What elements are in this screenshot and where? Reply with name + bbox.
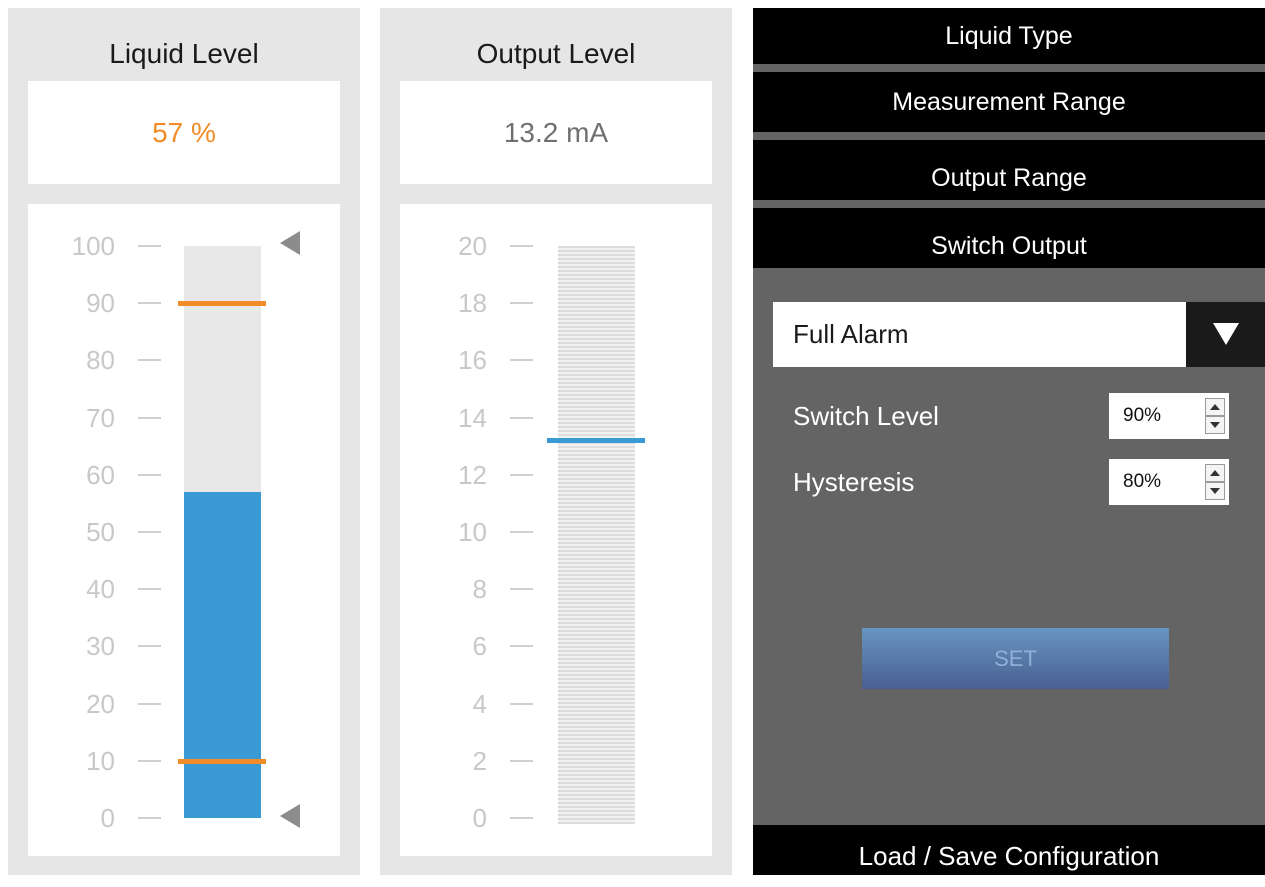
output-level-tick-mark (510, 359, 533, 362)
decrement-icon[interactable] (1205, 482, 1225, 500)
decrement-icon[interactable] (1205, 416, 1225, 434)
hysteresis-label: Hysteresis (793, 467, 915, 497)
lower-limit-triangle-icon[interactable] (280, 804, 300, 828)
liquid-level-title: Liquid Level (109, 38, 259, 69)
output-level-tick-label: 20 (458, 231, 487, 261)
menu-divider (753, 64, 1265, 72)
liquid-level-panel: Liquid Level 57 % 100 90 80 70 60 50 40 30 20 10 0 (8, 8, 360, 875)
liquid-level-tick-label: 70 (86, 402, 115, 433)
upper-limit-triangle-icon[interactable] (280, 231, 300, 255)
output-level-panel: Output Level 13.2 mA 20 18 16 14 12 10 8 6 4 2 0 (380, 8, 732, 875)
menu-divider (753, 200, 1265, 208)
liquid-level-tick-label: 10 (86, 745, 115, 776)
liquid-level-tick-label: 80 (86, 345, 115, 376)
liquid-level-tick-mark (138, 473, 161, 476)
output-level-tick-mark (510, 416, 533, 419)
liquid-level-tick-mark (138, 245, 161, 247)
output-level-tick-mark (510, 531, 533, 533)
switch-mode-dropdown[interactable]: Full Alarm (773, 302, 1265, 367)
output-level-tick-label: 16 (458, 345, 487, 376)
liquid-level-tick-label: 30 (86, 631, 115, 662)
output-level-tick-label: 8 (472, 574, 487, 605)
configuration-panel: Liquid Type Measurement Range Output Ran… (753, 8, 1265, 875)
liquid-level-tick-mark (138, 531, 161, 533)
menu-measurement-range[interactable]: Measurement Range (753, 72, 1265, 132)
menu-liquid-type[interactable]: Liquid Type (753, 8, 1265, 64)
liquid-level-gauge: 100 90 80 70 60 50 40 30 20 10 0 (28, 204, 340, 856)
liquid-level-tick-mark (138, 817, 161, 819)
liquid-level-tick-label: 40 (86, 574, 115, 605)
liquid-level-tick-mark (138, 302, 161, 305)
hysteresis-value[interactable]: 80% (1123, 459, 1161, 505)
liquid-level-tick-mark (138, 359, 161, 362)
menu-switch-output[interactable]: Switch Output (753, 208, 1265, 268)
set-button[interactable]: SET (862, 628, 1169, 689)
output-level-tick-label: 12 (458, 459, 487, 490)
output-level-gauge: 20 18 16 14 12 10 8 6 4 2 0 (400, 204, 712, 856)
output-level-tick-label: 14 (458, 402, 487, 433)
output-level-tick-label: 10 (458, 517, 487, 547)
liquid-level-tick-mark (138, 702, 161, 705)
liquid-level-tick-mark (138, 759, 161, 762)
output-level-tick-mark (510, 473, 533, 476)
switch-level-value[interactable]: 90% (1123, 393, 1161, 439)
output-level-tick-label: 6 (472, 631, 487, 662)
increment-icon[interactable] (1205, 464, 1225, 482)
menu-divider (753, 132, 1265, 140)
switch-level-label: Switch Level (793, 401, 939, 431)
dropdown-arrow-icon[interactable] (1186, 302, 1265, 367)
output-level-tick-label: 2 (472, 745, 487, 776)
liquid-level-bar (184, 246, 261, 818)
output-level-tick-mark (510, 702, 533, 705)
switch-level-stepper[interactable]: 90% (1109, 393, 1229, 439)
menu-output-range[interactable]: Output Range (753, 140, 1265, 200)
upper-switch-marker (178, 301, 266, 307)
liquid-level-tick-label: 90 (86, 288, 115, 319)
liquid-level-tick-mark (138, 588, 161, 591)
output-level-tick-mark (510, 817, 533, 819)
liquid-level-readout: 57 % (28, 81, 340, 184)
output-level-title: Output Level (476, 38, 636, 69)
load-save-configuration-button[interactable]: Load / Save Configuration (753, 825, 1265, 875)
output-level-tick-mark (510, 302, 533, 305)
output-level-tick-mark (510, 588, 533, 591)
output-level-readout: 13.2 mA (400, 81, 712, 184)
lower-switch-marker (178, 758, 266, 764)
liquid-level-fill (184, 491, 261, 818)
liquid-level-tick-label: 60 (86, 459, 115, 490)
output-level-bar (558, 246, 635, 824)
liquid-level-tick-label: 100 (71, 231, 115, 261)
hysteresis-stepper[interactable]: 80% (1109, 459, 1229, 505)
output-level-tick-mark (510, 645, 533, 648)
increment-icon[interactable] (1205, 398, 1225, 416)
output-level-tick-mark (510, 245, 533, 247)
output-level-tick-label: 18 (458, 288, 487, 319)
liquid-level-tick-mark (138, 645, 161, 648)
output-level-tick-label: 4 (472, 688, 487, 719)
output-level-tick-mark (510, 759, 533, 762)
switch-mode-value: Full Alarm (793, 319, 909, 349)
output-level-needle (547, 438, 645, 444)
output-level-tick-label: 0 (472, 803, 487, 833)
liquid-level-tick-label: 20 (86, 688, 115, 719)
liquid-level-tick-mark (138, 416, 161, 419)
liquid-level-tick-label: 50 (86, 517, 115, 547)
liquid-level-tick-label: 0 (100, 803, 115, 833)
